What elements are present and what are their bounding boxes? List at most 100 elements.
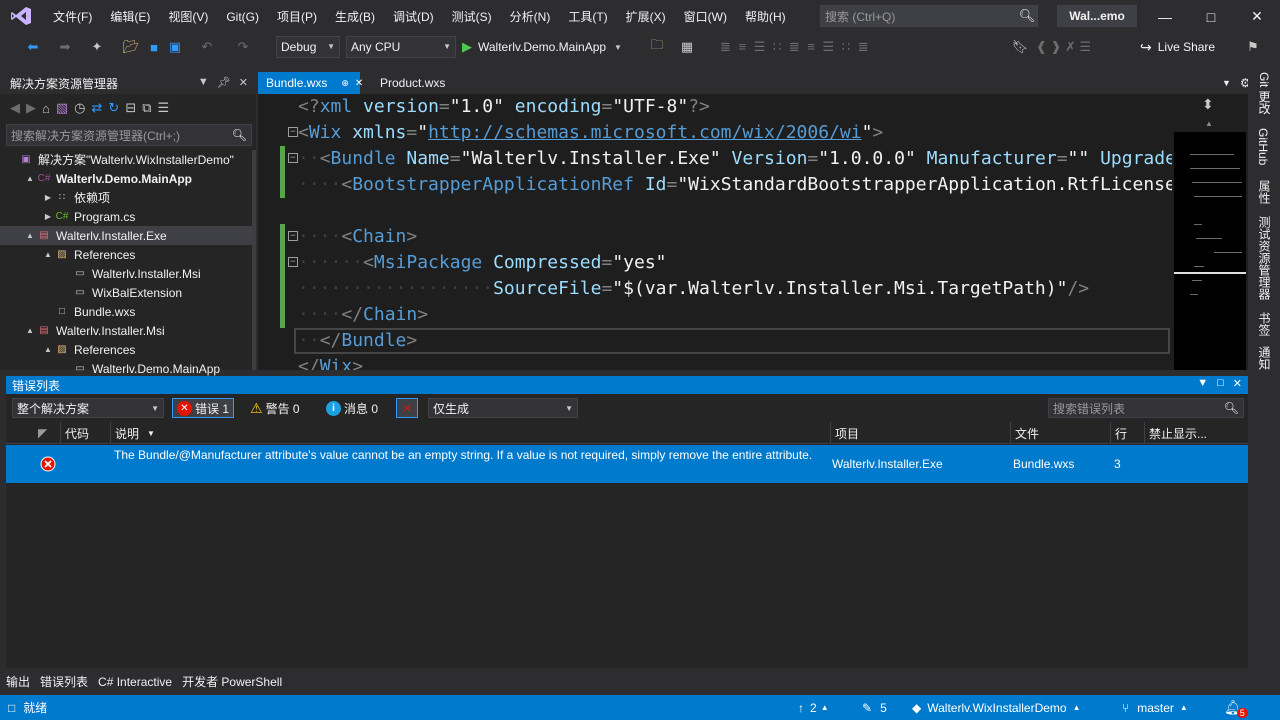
branch-button[interactable]: ⑂ master ▲ <box>1122 695 1188 720</box>
messages-filter-button[interactable]: i 消息 0 <box>322 398 382 418</box>
fold-toggle-icon[interactable]: − <box>288 127 298 137</box>
scroll-up-icon[interactable]: ▲ <box>1205 119 1213 128</box>
refresh-icon[interactable]: ↻ <box>108 100 119 116</box>
menu-build[interactable]: 生成(B) <box>326 8 384 25</box>
menu-tools[interactable]: 工具(T) <box>559 8 616 25</box>
sync-icon[interactable]: ⇄ <box>92 100 103 116</box>
undo-icon[interactable]: ↶ <box>198 37 216 57</box>
chevron-down-icon[interactable]: ▼ <box>198 76 209 89</box>
tab-csharp-interactive[interactable]: C# Interactive <box>98 675 172 689</box>
collapse-all-icon[interactable]: ⊟ <box>125 100 136 116</box>
tree-item[interactable]: ▭ WixBalExtension <box>0 283 252 302</box>
build-filter-select[interactable]: 仅生成 ▼ <box>428 398 578 418</box>
tree-item[interactable]: ▲ ▤ Walterlv.Installer.Exe <box>0 226 252 245</box>
fold-toggle-icon[interactable]: − <box>288 257 298 267</box>
back-icon[interactable]: ◀ <box>10 100 20 116</box>
tree-item[interactable]: ▭ Walterlv.Installer.Msi <box>0 264 252 283</box>
expander-icon[interactable]: ▶ <box>42 212 54 221</box>
menu-file[interactable]: 文件(F) <box>44 8 101 25</box>
push-commits-button[interactable]: ↑ 2 ▲ <box>798 695 829 720</box>
close-icon[interactable]: ✕ <box>1233 377 1242 390</box>
new-project-icon[interactable]: ✦ <box>88 37 106 57</box>
menu-test[interactable]: 测试(S) <box>443 8 501 25</box>
repository-button[interactable]: ◆ Walterlv.WixInstallerDemo ▲ <box>912 695 1081 720</box>
pin-icon[interactable]: 📌︎ <box>217 76 231 89</box>
switch-views-icon[interactable]: ▧ <box>56 100 68 116</box>
column-line[interactable]: 行 <box>1110 422 1144 444</box>
code-editor[interactable]: <?xml version="1.0" encoding="UTF-8"?> −… <box>258 94 1172 370</box>
home-icon[interactable]: ⌂ <box>42 101 50 116</box>
maximize-icon[interactable]: □ <box>1217 377 1224 390</box>
menu-edit[interactable]: 编辑(E) <box>101 8 159 25</box>
tree-item[interactable]: □ Bundle.wxs <box>0 302 252 321</box>
tab-bundle-wxs[interactable]: Bundle.wxs ⊕ ✕ <box>258 72 363 94</box>
fold-toggle-icon[interactable]: − <box>288 231 298 241</box>
rail-git-changes[interactable]: Git 更改 <box>1256 72 1273 115</box>
maximize-icon[interactable]: □ <box>1188 0 1234 33</box>
minimap-viewport[interactable] <box>1174 132 1246 370</box>
column-file[interactable]: 文件 <box>1010 422 1110 444</box>
close-icon[interactable]: ✕ <box>355 78 363 89</box>
tree-item[interactable]: ▶ ∷ 依赖项 <box>0 188 252 207</box>
browser-icon[interactable]: ▦ <box>678 37 696 57</box>
tab-error-list[interactable]: 错误列表 <box>40 673 88 690</box>
expander-icon[interactable]: ▲ <box>24 174 36 183</box>
menu-extensions[interactable]: 扩展(X) <box>617 8 675 25</box>
split-editor-icon[interactable]: ⬍ <box>1202 96 1214 113</box>
save-all-icon[interactable]: ▣ <box>166 37 184 57</box>
tree-item[interactable]: ▲ C# Walterlv.Demo.MainApp <box>0 169 252 188</box>
save-icon[interactable]: ■ <box>146 37 162 57</box>
history-icon[interactable]: ◷ <box>74 100 85 116</box>
tab-output[interactable]: 输出 <box>6 673 30 690</box>
solution-folder-icon[interactable]: 🗀︎ <box>648 37 666 57</box>
close-icon[interactable]: ✕ <box>1234 0 1280 33</box>
column-project[interactable]: 项目 <box>830 422 1010 444</box>
tree-item[interactable]: ▶ C# Program.cs <box>0 207 252 226</box>
expander-icon[interactable]: ▲ <box>24 231 36 240</box>
solution-search-input[interactable]: 搜索解决方案资源管理器(Ctrl+;) 🔍︎ <box>6 124 252 146</box>
tree-item[interactable]: ▲ ▨ References <box>0 245 252 264</box>
column-severity[interactable]: ◤ <box>34 422 60 444</box>
tree-item[interactable]: ▣ 解决方案"Walterlv.WixInstallerDemo" <box>0 150 252 169</box>
expander-icon[interactable]: ▲ <box>24 326 36 335</box>
tree-item[interactable]: ▲ ▨ References <box>0 340 252 359</box>
menu-git[interactable]: Git(G) <box>217 10 268 24</box>
tab-developer-powershell[interactable]: 开发者 PowerShell <box>182 673 282 690</box>
forward-icon[interactable]: ▶ <box>26 100 36 116</box>
feedback-icon[interactable]: ⚑ <box>1244 37 1262 57</box>
errors-filter-button[interactable]: ✕ 错误 1 <box>172 398 235 418</box>
search-icon[interactable]: 🔍︎ <box>1017 8 1037 24</box>
expander-icon[interactable]: ▶ <box>42 193 54 202</box>
expander-icon[interactable]: ▲ <box>42 345 54 354</box>
visual-studio-logo-icon[interactable] <box>10 6 32 26</box>
navigate-back-icon[interactable]: ⬅ <box>24 37 42 57</box>
column-suppression[interactable]: 禁止显示... <box>1144 422 1220 444</box>
notifications-button[interactable]: 🔔︎ 5 <box>1224 695 1253 720</box>
table-row[interactable]: The Bundle/@Manufacturer attribute's val… <box>6 445 1248 483</box>
bookmark-icon[interactable]: 🔖︎ <box>1012 37 1029 57</box>
open-file-icon[interactable]: 📂︎ <box>122 37 140 57</box>
column-code[interactable]: 代码 <box>60 422 110 444</box>
show-all-files-icon[interactable]: ⧉ <box>142 100 151 116</box>
clear-filter-icon[interactable]: ⨯ <box>396 398 418 418</box>
tab-product-wxs[interactable]: Product.wxs <box>372 72 453 94</box>
menu-window[interactable]: 窗口(W) <box>675 8 736 25</box>
start-debugging-button[interactable]: ▶ Walterlv.Demo.MainApp ▼ <box>462 33 622 61</box>
navigate-forward-icon[interactable]: ➡ <box>56 37 74 57</box>
menu-view[interactable]: 视图(V) <box>159 8 217 25</box>
search-icon[interactable]: 🔍︎ <box>232 128 247 142</box>
platform-select[interactable]: Any CPU ▼ <box>346 36 456 58</box>
rail-notifications[interactable]: 通知 <box>1256 346 1273 370</box>
menu-help[interactable]: 帮助(H) <box>736 8 795 25</box>
warnings-filter-button[interactable]: ⚠ 警告 0 <box>246 398 304 418</box>
rail-properties[interactable]: 属性 <box>1256 180 1273 204</box>
search-icon[interactable]: 🔍︎ <box>1224 401 1239 415</box>
column-description[interactable]: 说明 ▼ <box>110 422 830 444</box>
configuration-select[interactable]: Debug ▼ <box>276 36 340 58</box>
expander-icon[interactable]: ▲ <box>42 250 54 259</box>
tree-item[interactable]: ▲ ▤ Walterlv.Installer.Msi <box>0 321 252 340</box>
menu-project[interactable]: 项目(P) <box>268 8 326 25</box>
search-input[interactable]: 搜索 (Ctrl+Q) 🔍︎ <box>820 5 1038 27</box>
minimize-icon[interactable]: — <box>1142 0 1188 33</box>
rail-test-explorer[interactable]: 测试资源管理器 <box>1256 216 1273 300</box>
